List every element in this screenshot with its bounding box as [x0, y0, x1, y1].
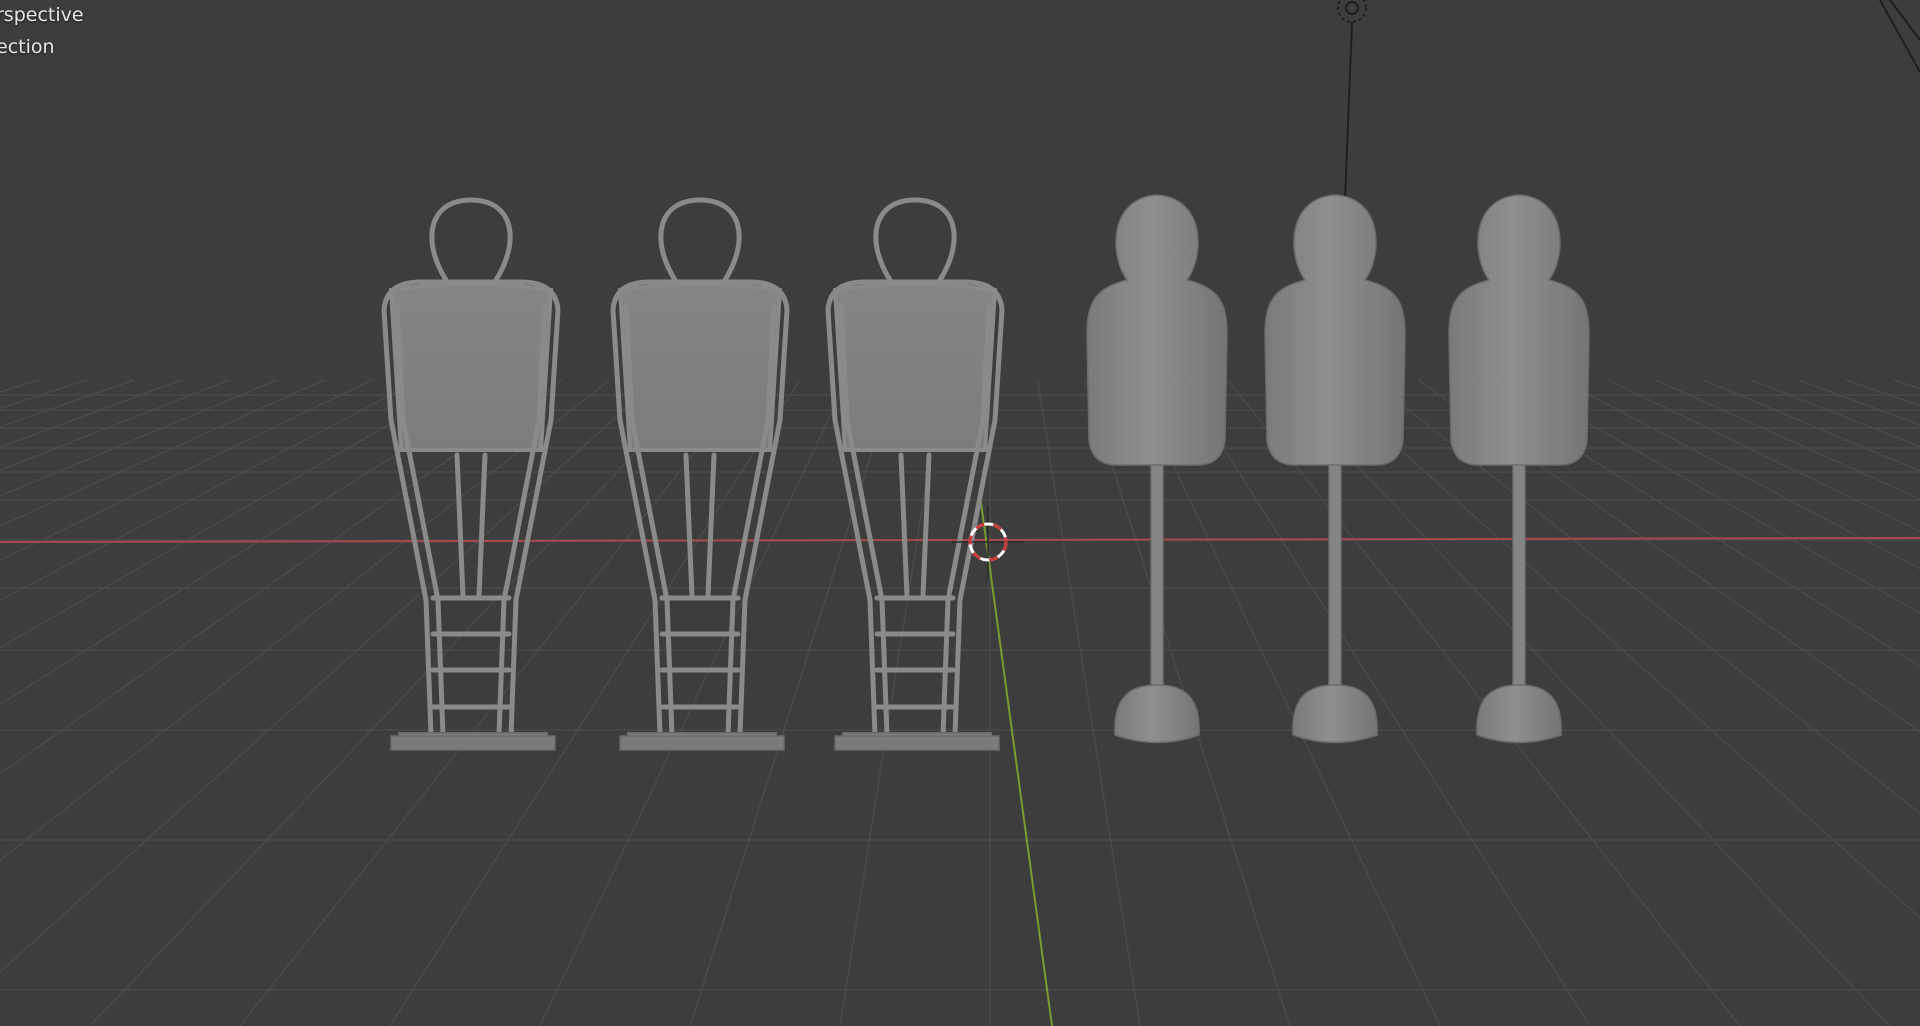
floor-grid [0, 379, 1920, 1026]
solid-mannequin[interactable] [1086, 194, 1228, 744]
collection-label: ection [0, 36, 55, 58]
light-icon[interactable] [1337, 0, 1367, 201]
frame-mannequin[interactable] [610, 197, 790, 751]
3d-viewport[interactable]: rspective ection [0, 0, 1920, 1026]
camera-icon[interactable] [1879, 0, 1920, 73]
solid-mannequins[interactable] [1086, 194, 1590, 744]
y-axis-line [979, 494, 1053, 1026]
frame-mannequin[interactable] [825, 197, 1005, 751]
scene-canvas[interactable] [0, 0, 1920, 1026]
frame-mannequin[interactable] [381, 197, 561, 751]
solid-mannequin[interactable] [1264, 194, 1406, 744]
view-mode-label: rspective [0, 4, 84, 26]
frame-mannequins[interactable] [381, 197, 1005, 751]
solid-mannequin[interactable] [1448, 194, 1590, 744]
